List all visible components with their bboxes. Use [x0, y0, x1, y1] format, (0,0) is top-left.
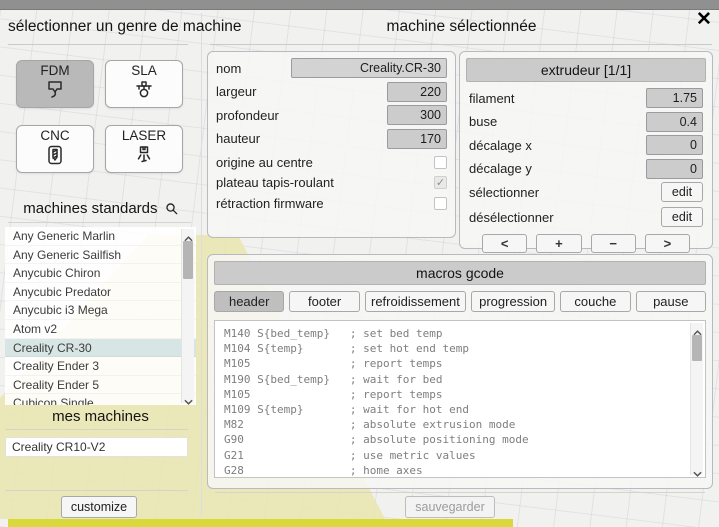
search-icon[interactable] — [162, 200, 178, 217]
standards-divider — [8, 222, 191, 223]
list-item[interactable]: Creality CR-30 — [5, 338, 196, 358]
extruder-remove-button[interactable]: − — [590, 234, 636, 253]
machine-type-label: SLA — [131, 63, 157, 78]
laser-cutter-icon — [132, 143, 156, 170]
list-item[interactable]: Atom v2 — [5, 320, 196, 339]
list-item[interactable]: Anycubic Predator — [5, 283, 196, 302]
list-item[interactable]: Any Generic Sailfish — [5, 246, 196, 265]
tab-layer[interactable]: couche — [560, 291, 631, 312]
belt-bed-label: plateau tapis-roulant — [216, 175, 334, 191]
left-title-divider — [8, 44, 188, 45]
standards-machine-list: Any Generic Marlin Any Generic Sailfish … — [5, 227, 196, 405]
gcode-editor[interactable]: M140 S{bed_temp} ; set bed temp M104 S{t… — [214, 320, 706, 478]
select-gcode-label: sélectionner — [469, 184, 540, 200]
close-icon[interactable]: ✕ — [693, 9, 715, 31]
width-field[interactable] — [387, 81, 447, 102]
list-item[interactable]: Anycubic i3 Mega — [5, 301, 196, 320]
deselect-edit-button[interactable]: edit — [661, 207, 703, 227]
tab-pause[interactable]: pause — [635, 291, 706, 312]
list-item[interactable]: Cubicon Single — [5, 394, 196, 405]
offset-x-field[interactable] — [646, 135, 703, 155]
cnc-mill-icon — [43, 143, 67, 170]
chevron-up-icon[interactable] — [182, 229, 195, 242]
machine-type-cnc[interactable]: CNC — [16, 125, 94, 173]
offset-y-label: décalage y — [469, 161, 532, 176]
top-bar — [0, 0, 719, 10]
list-item[interactable]: Creality Ender 5 — [5, 376, 196, 395]
tab-cooling[interactable]: refroidissement — [364, 291, 467, 312]
gcode-scrollbar-thumb[interactable] — [692, 335, 702, 361]
list-item[interactable]: Any Generic Marlin — [5, 227, 196, 246]
firmware-retract-label: rétraction firmware — [216, 195, 324, 211]
name-field[interactable] — [291, 58, 447, 78]
chevron-down-icon[interactable] — [182, 392, 195, 405]
right-title-divider — [210, 44, 712, 45]
origin-center-checkbox[interactable] — [434, 155, 447, 169]
filament-label: filament — [469, 90, 515, 106]
tab-progress[interactable]: progression — [471, 291, 556, 312]
nozzle-field[interactable] — [646, 111, 703, 132]
list-item[interactable]: Creality Ender 3 — [5, 357, 196, 376]
gcode-macros-panel: macros gcode header footer refroidisseme… — [207, 254, 713, 489]
gcode-text[interactable]: M140 S{bed_temp} ; set bed temp M104 S{t… — [215, 321, 705, 477]
gcode-scrollbar[interactable] — [690, 323, 704, 477]
width-label: largeur — [216, 84, 257, 99]
select-edit-button[interactable]: edit — [661, 182, 703, 202]
depth-label: profondeur — [216, 107, 279, 123]
tab-header[interactable]: header — [214, 291, 285, 312]
machine-type-sla[interactable]: SLA — [105, 60, 183, 108]
list-item[interactable]: Anycubic Chiron — [5, 264, 196, 283]
sla-printer-icon — [132, 78, 156, 105]
macros-tabs: header footer refroidissement progressio… — [214, 291, 706, 312]
my-machine-item[interactable] — [5, 437, 188, 457]
fdm-extruder-icon — [43, 78, 67, 105]
height-field[interactable] — [387, 128, 447, 149]
right-panel-title: machine sélectionnée — [386, 18, 537, 35]
offset-y-field[interactable] — [646, 158, 703, 179]
filament-field[interactable] — [646, 88, 703, 108]
belt-edge-strip — [8, 519, 513, 527]
macros-header: macros gcode — [214, 261, 706, 285]
machine-settings-panel: nom largeur profondeur hauteur origine a… — [207, 51, 456, 238]
footer-right-divider — [215, 492, 705, 493]
tab-footer[interactable]: footer — [289, 291, 360, 312]
extruder-prev-button[interactable]: < — [482, 234, 528, 253]
offset-x-label: décalage x — [469, 137, 532, 153]
column-divider — [201, 13, 202, 517]
chevron-up-icon[interactable] — [691, 323, 704, 336]
list-scrollbar-thumb[interactable] — [183, 241, 193, 279]
standards-title: machines standards — [5, 200, 196, 217]
machine-type-label: FDM — [40, 63, 70, 78]
extruder-header: extrudeur [1/1] — [466, 58, 706, 82]
left-panel-title: sélectionner un genre de machine — [8, 18, 242, 35]
name-label: nom — [216, 60, 242, 76]
standards-title-text: machines standards — [23, 200, 158, 217]
my-machines-title: mes machines — [52, 408, 149, 425]
list-scrollbar[interactable] — [181, 229, 195, 405]
machine-type-fdm[interactable]: FDM — [16, 60, 94, 108]
height-label: hauteur — [216, 131, 261, 146]
footer-left-divider — [5, 490, 188, 491]
belt-bed-checkbox[interactable] — [434, 176, 447, 190]
origin-center-label: origine au centre — [216, 154, 313, 170]
extruder-add-button[interactable]: + — [536, 234, 582, 253]
nozzle-label: buse — [469, 114, 498, 129]
depth-field[interactable] — [387, 105, 447, 125]
my-machines-divider — [5, 429, 188, 430]
extruder-next-button[interactable]: > — [644, 234, 690, 253]
save-button[interactable]: sauvegarder — [405, 496, 495, 518]
firmware-retract-checkbox[interactable] — [434, 196, 447, 210]
machine-type-laser[interactable]: LASER — [105, 125, 183, 173]
deselect-gcode-label: désélectionner — [469, 209, 554, 225]
chevron-down-icon[interactable] — [691, 464, 704, 477]
machine-type-label: LASER — [121, 128, 167, 143]
machine-dialog: sélectionner un genre de machine machine… — [0, 0, 719, 527]
customize-button[interactable]: customize — [61, 496, 137, 518]
machine-type-label: CNC — [40, 128, 70, 143]
extruder-panel: extrudeur [1/1] filament buse décalage x… — [459, 51, 713, 253]
